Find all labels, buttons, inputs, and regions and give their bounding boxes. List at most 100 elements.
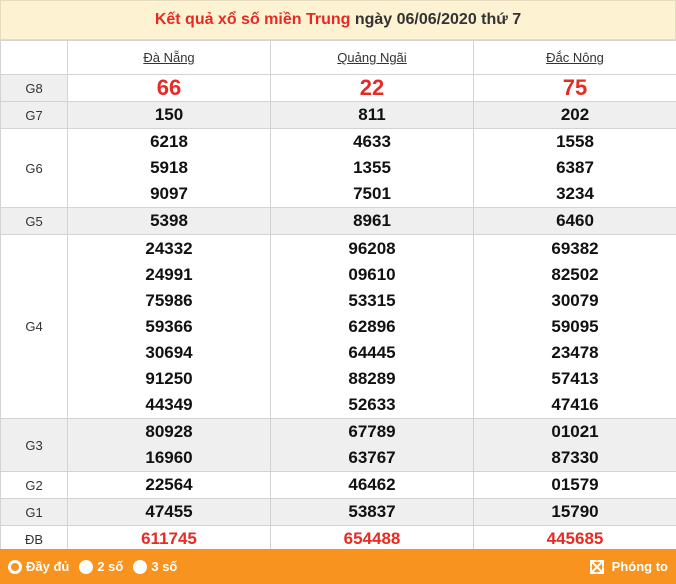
prize-label: G4: [0, 234, 68, 419]
prize-value: 91250: [145, 368, 193, 388]
province-header-row: Đà Nẵng Quảng Ngãi Đắc Nông: [0, 40, 676, 75]
prize-row-g8: G8 66 22 75: [0, 74, 676, 102]
prize-value: 57413: [551, 368, 599, 388]
prize-value: 09610: [348, 264, 396, 284]
zoom-button[interactable]: Phóng to: [588, 558, 668, 576]
province-link-dac-nong[interactable]: Đắc Nông: [546, 50, 604, 65]
prize-row-g7: G7 150 811 202: [0, 101, 676, 129]
prize-value: 80928: [145, 422, 193, 441]
prize-value: 15790: [473, 498, 676, 526]
prize-row-g5: G5 5398 8961 6460: [0, 207, 676, 235]
prize-cell: 01021 87330: [473, 418, 676, 472]
option-full[interactable]: Đầy đủ: [8, 559, 69, 574]
prize-value: 88289: [348, 368, 396, 388]
prize-row-g4: G4 24332 24991 75986 59366 30694 91250 44349 9…: [0, 234, 676, 419]
prize-cell: 69382 82502 30079 59095 23478 57413 47416: [473, 234, 676, 419]
prize-value: 1558: [556, 132, 594, 151]
title-date: ngày 06/06/2020 thứ 7: [354, 11, 522, 28]
radio-icon: [79, 559, 94, 574]
prize-value: 23478: [551, 342, 599, 362]
prize-label: G5: [0, 207, 68, 235]
prize-value: 24991: [145, 264, 193, 284]
prize-value: 30079: [551, 290, 599, 310]
prize-row-g3: G3 80928 16960 67789 63767 01021 87330: [0, 418, 676, 472]
prize-value: 16960: [145, 448, 193, 467]
option-label: Đầy đủ: [26, 559, 70, 574]
prize-cell: 24332 24991 75986 59366 30694 91250 44349: [67, 234, 271, 419]
prize-value: 82502: [551, 264, 599, 284]
prize-label: G6: [0, 128, 68, 208]
prize-value: 69382: [551, 238, 599, 258]
prize-value: 6460: [473, 207, 676, 235]
prize-cell: 96208 09610 53315 62896 64445 88289 52633: [270, 234, 474, 419]
radio-icon: [8, 559, 22, 574]
prize-value: 46462: [270, 471, 474, 499]
prize-value: 87330: [551, 448, 599, 467]
prize-value: 30694: [145, 342, 193, 362]
province-header: Đà Nẵng: [67, 40, 271, 75]
option-label: 2 số: [97, 559, 124, 574]
prize-cell: 67789 63767: [270, 418, 474, 472]
display-options-bar: Đầy đủ 2 số 3 số Phóng to: [0, 549, 676, 584]
province-header: Đắc Nông: [473, 40, 676, 75]
prize-value: 811: [270, 101, 474, 129]
prize-row-g1: G1 47455 53837 15790: [0, 498, 676, 526]
province-header: Quảng Ngãi: [270, 40, 474, 75]
prize-value: 1355: [353, 158, 391, 177]
province-link-da-nang[interactable]: Đà Nẵng: [143, 50, 194, 65]
results-table: Đà Nẵng Quảng Ngãi Đắc Nông G8 66 22 75 …: [0, 40, 676, 553]
prize-value: 64445: [348, 342, 396, 362]
prize-label: G7: [0, 101, 68, 129]
prize-value: 4633: [353, 132, 391, 151]
prize-row-g6: G6 6218 5918 9097 4633 1355 7501 1558 6387 323…: [0, 128, 676, 208]
prize-value: 53837: [270, 498, 474, 526]
prize-value: 202: [473, 101, 676, 129]
lottery-results-widget: Kết quả xổ số miền Trung ngày 06/06/2020…: [0, 0, 676, 584]
prize-value: 5918: [150, 158, 188, 177]
radio-icon: [133, 559, 148, 574]
prize-value: 96208: [348, 238, 396, 258]
option-2-digits[interactable]: 2 số: [79, 559, 123, 574]
prize-value: 53315: [348, 290, 396, 310]
prize-value: 150: [67, 101, 271, 129]
prize-label: G2: [0, 471, 68, 499]
prize-value: 7501: [353, 184, 391, 203]
prize-value: 22564: [67, 471, 271, 499]
prize-value: 5398: [67, 207, 271, 235]
expand-arrows-icon: [589, 559, 604, 574]
results-title: Kết quả xổ số miền Trung ngày 06/06/2020…: [0, 0, 676, 40]
prize-value: 47416: [551, 394, 599, 414]
option-3-digits[interactable]: 3 số: [133, 559, 177, 574]
prize-value: 9097: [150, 184, 188, 203]
option-label: 3 số: [151, 559, 178, 574]
prize-value: 52633: [348, 394, 396, 414]
prize-value: 47455: [67, 498, 271, 526]
prize-value: 6387: [556, 158, 594, 177]
prize-cell: 4633 1355 7501: [270, 128, 474, 208]
prize-value: 75986: [145, 290, 193, 310]
prize-cell: 1558 6387 3234: [473, 128, 676, 208]
prize-value: 44349: [145, 394, 193, 414]
prize-cell: 6218 5918 9097: [67, 128, 271, 208]
prize-value: 6218: [150, 132, 188, 151]
prize-value: 22: [270, 74, 474, 102]
prize-value: 24332: [145, 238, 193, 258]
prize-value: 66: [67, 74, 271, 102]
prize-value: 01579: [473, 471, 676, 499]
zoom-label: Phóng to: [611, 559, 668, 574]
prize-label: G3: [0, 418, 68, 472]
prize-label: G1: [0, 498, 68, 526]
prize-value: 01021: [551, 422, 599, 441]
prize-label: G8: [0, 74, 68, 102]
header-blank: [0, 40, 68, 75]
prize-value: 67789: [348, 422, 396, 441]
title-prefix: Kết quả xổ số miền Trung: [154, 11, 351, 28]
prize-cell: 80928 16960: [67, 418, 271, 472]
prize-value: 75: [473, 74, 676, 102]
prize-value: 3234: [556, 184, 594, 203]
prize-value: 63767: [348, 448, 396, 467]
province-link-quang-ngai[interactable]: Quảng Ngãi: [337, 50, 406, 65]
prize-value: 59366: [145, 316, 193, 336]
prize-value: 59095: [551, 316, 599, 336]
prize-row-g2: G2 22564 46462 01579: [0, 471, 676, 499]
